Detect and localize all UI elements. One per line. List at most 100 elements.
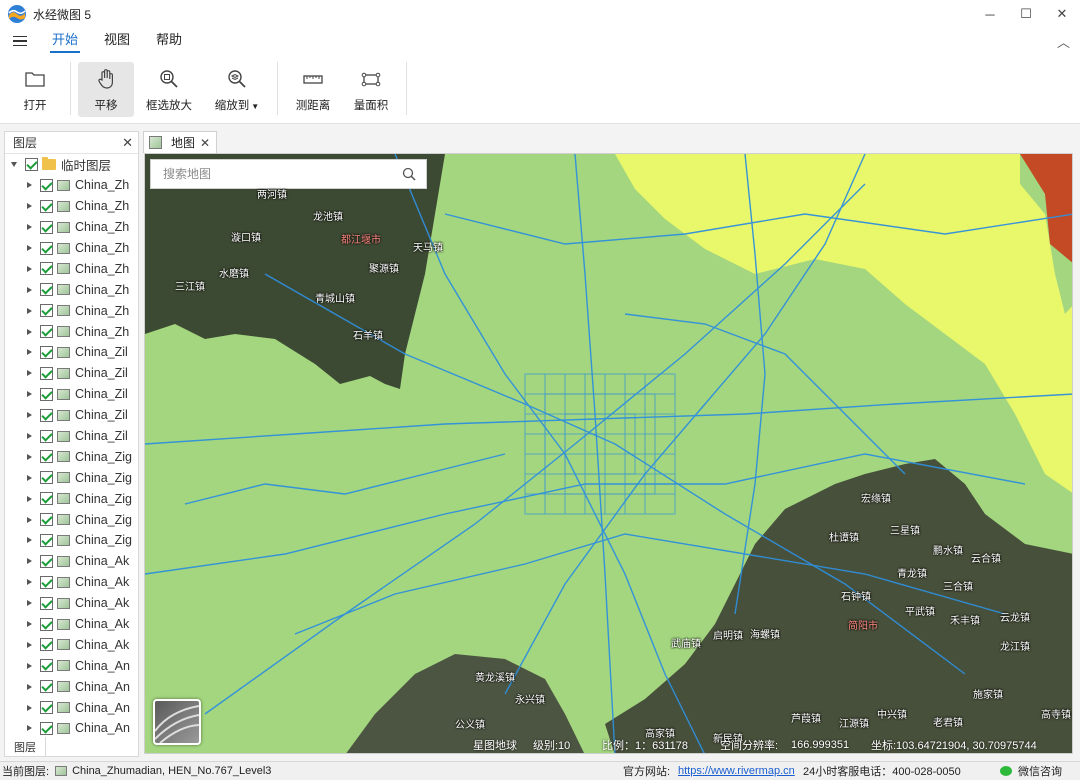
close-icon[interactable]: ✕ [122, 135, 133, 151]
minimize-button[interactable]: ─ [972, 0, 1008, 28]
map-view[interactable]: 两河镇 龙池镇 漩口镇 都江堰市 天马镇 聚源镇 水磨镇 三江镇 青城山镇 石羊… [144, 153, 1073, 754]
layer-item[interactable]: China_Zig [5, 488, 138, 509]
expand-arrow-icon[interactable] [27, 224, 32, 231]
layer-item[interactable]: China_Zh [5, 300, 138, 321]
layer-checkbox[interactable] [25, 157, 38, 171]
layer-item[interactable]: China_Ak [5, 572, 138, 593]
close-icon[interactable]: ✕ [200, 136, 210, 150]
expand-arrow-icon[interactable] [27, 621, 32, 628]
wechat-consult-button[interactable]: 微信咨询 [1000, 763, 1062, 779]
layer-checkbox[interactable] [40, 533, 53, 547]
layer-checkbox[interactable] [40, 450, 53, 464]
layer-checkbox[interactable] [40, 554, 53, 568]
expand-arrow-icon[interactable] [27, 182, 32, 189]
layer-item[interactable]: China_Ak [5, 634, 138, 655]
expand-arrow-icon[interactable] [27, 704, 32, 711]
expand-arrow-icon[interactable] [11, 161, 17, 167]
official-site-link[interactable]: https://www.rivermap.cn [678, 765, 795, 777]
layer-item[interactable]: China_Zig [5, 509, 138, 530]
layer-item[interactable]: China_Zh [5, 279, 138, 300]
layer-checkbox[interactable] [40, 262, 53, 276]
layer-checkbox[interactable] [40, 366, 53, 380]
expand-arrow-icon[interactable] [27, 453, 32, 460]
measure-distance-button[interactable]: 测距离 [285, 62, 341, 117]
layer-root[interactable]: 临时图层 [5, 154, 138, 175]
layer-checkbox[interactable] [40, 387, 53, 401]
expand-arrow-icon[interactable] [27, 370, 32, 377]
expand-arrow-icon[interactable] [27, 433, 32, 440]
map-tab[interactable]: 地图 ✕ [143, 131, 217, 153]
layer-checkbox[interactable] [40, 659, 53, 673]
expand-arrow-icon[interactable] [27, 286, 32, 293]
layer-item[interactable]: China_Zil [5, 405, 138, 426]
layer-item[interactable]: China_Ak [5, 593, 138, 614]
layer-checkbox[interactable] [40, 513, 53, 527]
expand-arrow-icon[interactable] [27, 474, 32, 481]
expand-arrow-icon[interactable] [27, 328, 32, 335]
layer-checkbox[interactable] [40, 701, 53, 715]
layer-item[interactable]: China_Zh [5, 175, 138, 196]
tab-view[interactable]: 视图 [104, 28, 130, 54]
expand-arrow-icon[interactable] [27, 600, 32, 607]
layer-checkbox[interactable] [40, 345, 53, 359]
layer-item[interactable]: China_Zh [5, 238, 138, 259]
map-search-input[interactable] [163, 167, 383, 181]
layer-checkbox[interactable] [40, 178, 53, 192]
layer-checkbox[interactable] [40, 596, 53, 610]
close-button[interactable]: ✕ [1044, 0, 1080, 28]
expand-arrow-icon[interactable] [27, 245, 32, 251]
layer-item[interactable]: China_Zil [5, 342, 138, 363]
layer-item[interactable]: China_Ak [5, 551, 138, 572]
expand-arrow-icon[interactable] [27, 412, 32, 419]
expand-arrow-icon[interactable] [27, 683, 32, 690]
layer-item[interactable]: China_Zh [5, 258, 138, 279]
expand-arrow-icon[interactable] [27, 537, 32, 544]
layer-checkbox[interactable] [40, 283, 53, 297]
layer-item[interactable]: China_Zh [5, 321, 138, 342]
box-zoom-button[interactable]: 框选放大 [136, 62, 202, 117]
layer-checkbox[interactable] [40, 575, 53, 589]
expand-arrow-icon[interactable] [27, 203, 32, 210]
layer-item[interactable]: China_Zil [5, 363, 138, 384]
layer-checkbox[interactable] [40, 471, 53, 485]
layer-checkbox[interactable] [40, 325, 53, 339]
expand-arrow-icon[interactable] [27, 265, 32, 272]
layer-checkbox[interactable] [40, 199, 53, 213]
layer-checkbox[interactable] [40, 408, 53, 422]
layer-checkbox[interactable] [40, 241, 53, 255]
layer-item[interactable]: China_Zig [5, 467, 138, 488]
layer-checkbox[interactable] [40, 638, 53, 652]
expand-arrow-icon[interactable] [27, 662, 32, 669]
layer-item[interactable]: China_An [5, 697, 138, 718]
layer-item[interactable]: China_Zh [5, 196, 138, 217]
pan-button[interactable]: 平移 [78, 62, 134, 117]
expand-arrow-icon[interactable] [27, 725, 32, 732]
expand-arrow-icon[interactable] [27, 391, 32, 398]
expand-arrow-icon[interactable] [27, 516, 32, 523]
open-button[interactable]: 打开 [7, 62, 63, 117]
layer-item[interactable]: China_Zh [5, 217, 138, 238]
zoom-to-button[interactable]: 缩放到 ▼ [204, 62, 270, 117]
layer-item[interactable]: China_Zil [5, 426, 138, 447]
layer-checkbox[interactable] [40, 721, 53, 735]
layer-checkbox[interactable] [40, 617, 53, 631]
layer-panel-tab[interactable]: 图层 [4, 737, 46, 757]
layer-item[interactable]: China_Ak [5, 614, 138, 635]
collapse-ribbon-icon[interactable]: ︿ [1057, 32, 1070, 51]
map-canvas[interactable] [145, 154, 1073, 754]
expand-arrow-icon[interactable] [27, 349, 32, 356]
layer-checkbox[interactable] [40, 429, 53, 443]
layer-item[interactable]: China_An [5, 718, 138, 739]
layer-checkbox[interactable] [40, 680, 53, 694]
layer-item[interactable]: China_An [5, 676, 138, 697]
map-search-box[interactable] [150, 159, 427, 189]
expand-arrow-icon[interactable] [27, 495, 32, 502]
measure-area-button[interactable]: 量面积 [343, 62, 399, 117]
layer-item[interactable]: China_Zil [5, 384, 138, 405]
expand-arrow-icon[interactable] [27, 641, 32, 648]
search-icon[interactable] [402, 167, 416, 181]
layer-item[interactable]: China_Zig [5, 530, 138, 551]
expand-arrow-icon[interactable] [27, 558, 32, 565]
layer-item[interactable]: China_An [5, 655, 138, 676]
maximize-button[interactable]: ☐ [1008, 0, 1044, 28]
